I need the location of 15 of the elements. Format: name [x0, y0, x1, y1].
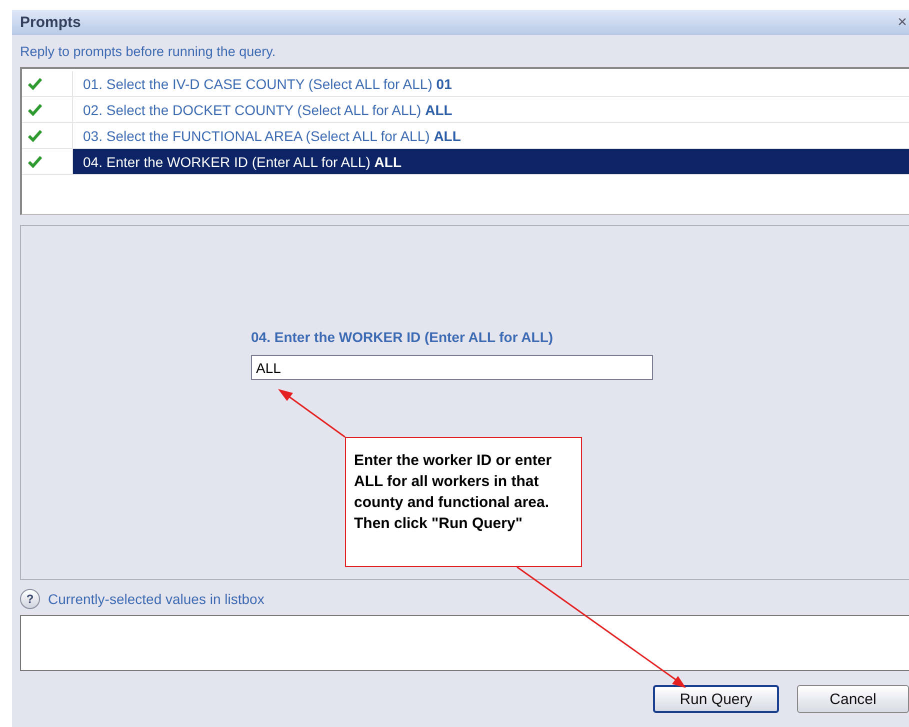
prompt-item[interactable]: 01. Select the IV-D CASE COUNTY (Select ALL for ALL) 01 — [73, 71, 909, 96]
prompt-item[interactable]: 03. Select the FUNCTIONAL AREA (Select ALL for ALL) ALL — [73, 123, 909, 148]
leader-line — [278, 389, 346, 438]
prompt-item[interactable]: 02. Select the DOCKET COUNTY (Select ALL for ALL) ALL — [73, 97, 909, 122]
dialog-button[interactable]: Cancel — [797, 685, 909, 713]
instruction-text: Reply to prompts before running the query. — [20, 44, 277, 59]
worker-id-field[interactable]: ALL — [251, 355, 653, 380]
prompt-item[interactable]: 04. Enter the WORKER ID (Enter ALL for ALL) ALL — [73, 149, 909, 174]
prompt-label: 04. Enter the WORKER ID (Enter ALL for ALL) — [251, 329, 554, 345]
callout-note: Enter the worker ID or enter ALL for all workers in that county and functional area. Then click "Run Query" — [345, 437, 582, 567]
help-icon[interactable]: ? — [20, 589, 40, 609]
help-label: Currently-selected values in listbox — [48, 591, 264, 607]
dialog-button[interactable]: Run Query — [653, 685, 779, 713]
close-button[interactable]: × — [896, 14, 909, 32]
window-title: Prompts — [20, 14, 81, 31]
